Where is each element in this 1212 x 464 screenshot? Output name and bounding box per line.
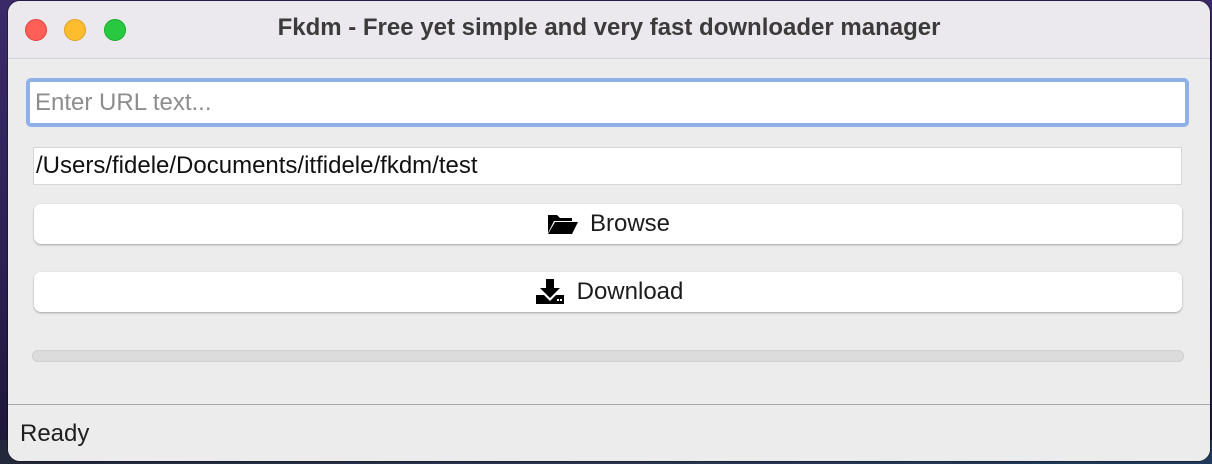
window-title: Fkdm - Free yet simple and very fast dow… (277, 14, 941, 41)
status-bar: Ready (8, 404, 1210, 461)
app-window: Fkdm - Free yet simple and very fast dow… (8, 1, 1210, 461)
download-button-label: Download (576, 278, 684, 305)
folder-open-icon (546, 211, 580, 237)
browse-button[interactable]: Browse (34, 204, 1182, 244)
title-bar: Fkdm - Free yet simple and very fast dow… (8, 1, 1210, 59)
download-progress-bar (32, 350, 1184, 362)
browse-button-label: Browse (589, 210, 671, 237)
download-path-field[interactable]: /Users/fidele/Documents/itfidele/fkdm/te… (33, 147, 1182, 185)
url-input[interactable] (26, 78, 1189, 127)
download-button[interactable]: Download (34, 272, 1182, 312)
status-text: Ready (20, 420, 90, 447)
download-icon (533, 279, 567, 305)
